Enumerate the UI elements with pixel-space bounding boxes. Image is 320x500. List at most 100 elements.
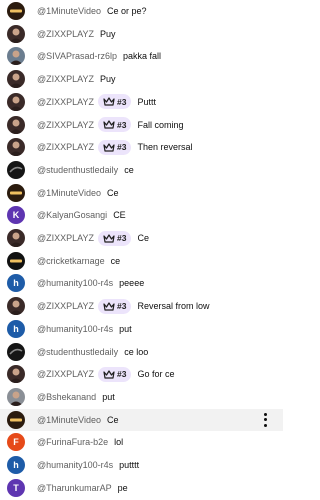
rank-badge-label: #3 — [116, 301, 127, 312]
chat-message[interactable]: @ZIXXPLAYZ Puy — [0, 23, 283, 45]
chat-message[interactable]: @ZIXXPLAYZ #3 Go for ce — [0, 363, 283, 385]
chat-message[interactable]: @ZIXXPLAYZ #3 Fall coming — [0, 114, 283, 136]
message-text: Fall coming — [137, 119, 184, 130]
author-name[interactable]: @ZIXXPLAYZ — [37, 369, 94, 379]
author-name[interactable]: @SIVAPrasad-rz6lp — [37, 51, 117, 61]
author-name[interactable]: @ZIXXPLAYZ — [37, 120, 94, 130]
chat-message[interactable]: @1MinuteVideo Ce — [0, 182, 283, 204]
chat-message[interactable]: @ZIXXPLAYZ #3 Puttt — [0, 91, 283, 113]
author-name[interactable]: @ZIXXPLAYZ — [37, 301, 94, 311]
avatar[interactable] — [7, 70, 25, 89]
author-name[interactable]: @ZIXXPLAYZ — [37, 97, 94, 107]
chat-message[interactable]: @ZIXXPLAYZ #3 Ce — [0, 227, 283, 249]
message-text: Reversal from low — [137, 301, 210, 312]
message-text: Then reversal — [137, 142, 193, 153]
author-name[interactable]: @humanity100-r4s — [37, 324, 113, 334]
message-text: ce loo — [124, 346, 149, 357]
message-text: lol — [114, 437, 124, 448]
chat-message[interactable]: @SIVAPrasad-rz6lp pakka fall — [0, 45, 283, 67]
chat-message[interactable]: @1MinuteVideo Ce or pe? — [0, 0, 283, 22]
message-text: Ce — [137, 233, 149, 243]
chat-message[interactable]: F @FurinaFura-b2e lol — [0, 431, 283, 453]
author-name[interactable]: @humanity100-r4s — [37, 278, 113, 288]
message-text: Puy — [99, 28, 116, 39]
more-options-icon[interactable] — [263, 412, 267, 427]
author-name[interactable]: @1MinuteVideo — [37, 6, 101, 16]
author-name[interactable]: @TharunkumarAP — [37, 483, 112, 493]
chat-message[interactable]: h @humanity100-r4s peeee — [0, 272, 283, 294]
avatar[interactable] — [7, 297, 25, 316]
author-name[interactable]: @studenthustledaily — [37, 165, 118, 175]
author-name[interactable]: @ZIXXPLAYZ — [37, 29, 94, 39]
author-name[interactable]: @1MinuteVideo — [37, 415, 101, 425]
avatar[interactable] — [7, 47, 25, 66]
message-text: CE — [113, 210, 126, 221]
rank-badge: #3 — [97, 139, 132, 155]
message-text: putttt — [119, 460, 140, 470]
chat-message[interactable]: @ZIXXPLAYZ #3 Then reversal — [0, 136, 283, 158]
crown-icon — [103, 233, 115, 243]
chat-message[interactable]: @studenthustledaily ce loo — [0, 341, 283, 363]
author-name[interactable]: @studenthustledaily — [37, 347, 118, 357]
message-text: Puy — [99, 74, 116, 85]
avatar[interactable] — [7, 342, 25, 361]
author-name[interactable]: @Bshekanand — [37, 392, 96, 402]
avatar[interactable] — [7, 2, 25, 20]
chat-message[interactable]: @ZIXXPLAYZ #3 Reversal from low — [0, 295, 283, 317]
message-text: Ce — [107, 414, 119, 425]
rank-badge: #3 — [97, 298, 132, 314]
avatar[interactable] — [7, 24, 25, 43]
message-text: pakka fall — [123, 51, 162, 62]
author-name[interactable]: @FurinaFura-b2e — [37, 437, 108, 447]
rank-badge: #3 — [97, 230, 132, 246]
author-name[interactable]: @cricketkarnage — [37, 256, 105, 266]
avatar[interactable] — [7, 410, 25, 429]
author-name[interactable]: @humanity100-r4s — [37, 460, 113, 470]
avatar[interactable]: K — [7, 206, 25, 225]
author-name[interactable]: @ZIXXPLAYZ — [37, 142, 94, 152]
rank-badge-label: #3 — [116, 119, 127, 130]
message-text: peeee — [119, 278, 145, 289]
avatar[interactable] — [7, 229, 25, 247]
chat-message[interactable]: K @KalyanGosangi CE — [0, 204, 283, 226]
message-text: ce — [124, 164, 134, 175]
avatar[interactable]: T — [7, 478, 25, 497]
chat-message[interactable]: @ZIXXPLAYZ Puy — [0, 68, 283, 90]
crown-icon — [103, 120, 115, 129]
author-name[interactable]: @ZIXXPLAYZ — [37, 74, 94, 84]
avatar[interactable] — [7, 251, 25, 270]
chat-message[interactable]: @cricketkarnage ce — [0, 250, 283, 272]
avatar[interactable]: h — [7, 319, 25, 338]
crown-icon — [103, 97, 115, 106]
crown-icon — [103, 143, 115, 152]
crown-icon — [103, 301, 115, 311]
rank-badge: #3 — [97, 366, 132, 382]
avatar[interactable] — [7, 115, 25, 134]
avatar[interactable]: F — [7, 433, 25, 452]
message-text: ce — [110, 255, 121, 266]
avatar[interactable] — [7, 160, 25, 179]
author-name[interactable]: @1MinuteVideo — [37, 188, 101, 198]
message-text: put — [102, 391, 115, 402]
avatar[interactable] — [7, 138, 25, 157]
rank-badge-label: #3 — [116, 142, 127, 153]
avatar[interactable] — [7, 387, 25, 406]
avatar[interactable] — [7, 183, 25, 202]
chat-message[interactable]: @Bshekanand put — [0, 386, 283, 408]
avatar[interactable]: h — [7, 456, 25, 474]
author-name[interactable]: @KalyanGosangi — [37, 210, 107, 220]
author-name[interactable]: @ZIXXPLAYZ — [37, 233, 94, 243]
chat-message[interactable]: T @TharunkumarAP pe — [0, 477, 283, 499]
chat-message[interactable]: h @humanity100-r4s put — [0, 318, 283, 340]
avatar[interactable]: h — [7, 274, 25, 293]
rank-badge: #3 — [97, 94, 132, 110]
chat-message[interactable]: @studenthustledaily ce — [0, 159, 283, 181]
chat-message[interactable]: @1MinuteVideo Ce — [0, 408, 283, 431]
crown-icon — [103, 370, 115, 379]
message-text: Go for ce — [137, 369, 175, 380]
avatar[interactable] — [7, 365, 25, 384]
chat-message[interactable]: h @humanity100-r4s putttt — [0, 454, 283, 476]
avatar[interactable] — [7, 92, 25, 111]
message-text: pe — [117, 482, 128, 493]
message-text: Ce or pe? — [107, 6, 147, 16]
